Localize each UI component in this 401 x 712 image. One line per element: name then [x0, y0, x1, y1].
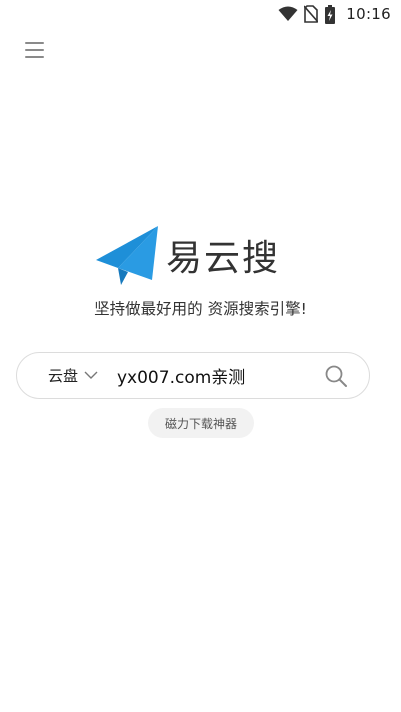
status-icons: 10:16	[278, 4, 391, 24]
brand-logo: 易云搜	[94, 224, 280, 286]
wifi-icon	[278, 6, 298, 21]
no-sim-icon	[304, 5, 319, 23]
menu-line	[25, 42, 44, 44]
magnet-download-chip[interactable]: 磁力下载神器	[148, 408, 254, 438]
menu-button[interactable]	[24, 40, 46, 60]
status-bar: 10:16	[0, 0, 401, 28]
search-input[interactable]	[117, 353, 317, 398]
chevron-down-icon	[84, 371, 98, 379]
search-bar: 云盘	[16, 352, 370, 399]
search-scope-label: 云盘	[48, 367, 79, 385]
search-icon[interactable]	[325, 365, 347, 387]
menu-line	[25, 56, 44, 58]
menu-line	[25, 49, 44, 51]
search-scope-dropdown[interactable]: 云盘	[48, 353, 98, 398]
status-clock: 10:16	[346, 5, 391, 23]
battery-charging-icon	[325, 4, 336, 24]
paper-plane-icon	[96, 226, 158, 285]
brand-name: 易云搜	[166, 238, 281, 279]
brand-slogan: 坚持做最好用的 资源搜索引擎!	[94, 300, 307, 318]
